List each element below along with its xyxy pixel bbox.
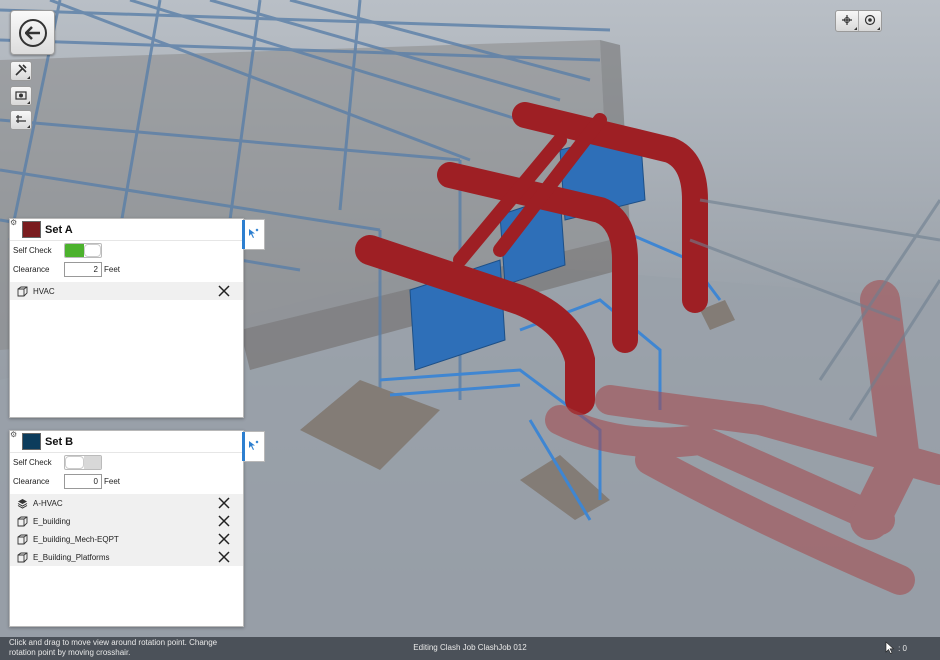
set-a-self-check-toggle[interactable] [64, 243, 102, 258]
back-arrow-icon [18, 18, 47, 47]
list-item[interactable]: HVAC [10, 282, 243, 300]
set-b-header: ⚙ Set B [10, 431, 243, 453]
item-name: E_building [33, 516, 71, 526]
self-check-label: Self Check [13, 246, 52, 255]
layers-icon [16, 497, 28, 509]
self-check-label: Self Check [13, 458, 52, 467]
set-a-self-check-row: Self Check [10, 241, 243, 260]
tools-button[interactable] [10, 61, 32, 81]
select-objects-icon [248, 440, 259, 453]
cube-icon [16, 285, 28, 297]
cursor-icon [885, 641, 895, 656]
clearance-label: Clearance [13, 265, 50, 274]
camera-settings-icon [15, 90, 27, 102]
list-item[interactable]: A-HVAC [10, 494, 243, 512]
set-a-panel: ⚙ Set A Self Check Clearance 2 Feet HVAC [9, 218, 244, 418]
remove-item-button[interactable] [218, 515, 230, 527]
crosshair-button[interactable] [836, 11, 859, 31]
list-item[interactable]: E_building [10, 512, 243, 530]
remove-item-button[interactable] [218, 533, 230, 545]
toggle-on-fill [65, 244, 84, 257]
view-button[interactable] [859, 11, 881, 31]
gear-icon[interactable]: ⚙ [10, 431, 18, 439]
remove-item-button[interactable] [218, 551, 230, 563]
job-status: Editing Clash Job ClashJob 012 [413, 643, 527, 652]
section-button[interactable] [10, 110, 32, 130]
toggle-knob [83, 244, 101, 257]
clearance-label: Clearance [13, 477, 50, 486]
crosshair-icon [841, 14, 853, 28]
selection-count: : 0 [885, 641, 907, 656]
set-b-clearance-input[interactable]: 0 [64, 474, 102, 489]
remove-item-button[interactable] [218, 497, 230, 509]
set-b-color-swatch[interactable] [22, 433, 41, 450]
gear-icon[interactable]: ⚙ [10, 219, 18, 227]
set-a-header: ⚙ Set A [10, 219, 243, 241]
view-controls [835, 10, 882, 32]
cube-icon [16, 533, 28, 545]
item-name: E_building_Mech-EQPT [33, 534, 119, 544]
selection-count-value: : 0 [898, 644, 907, 653]
set-b-self-check-row: Self Check [10, 453, 243, 472]
set-a-title: Set A [45, 223, 73, 236]
set-b-title: Set B [45, 435, 74, 448]
set-b-panel: ⚙ Set B Self Check Clearance 0 Feet A-HV… [9, 430, 244, 627]
list-item[interactable]: E_Building_Platforms [10, 548, 243, 566]
toggle-off-fill [84, 456, 101, 469]
set-a-color-swatch[interactable] [22, 221, 41, 238]
set-b-clearance-row: Clearance 0 Feet [10, 472, 243, 491]
clearance-unit: Feet [104, 265, 121, 274]
set-a-clearance-row: Clearance 2 Feet [10, 260, 243, 279]
tools-icon [15, 64, 27, 78]
cube-icon [16, 515, 28, 527]
set-b-item-list: A-HVAC E_building E_building_Mech-EQPT E… [10, 494, 243, 566]
item-name: HVAC [33, 286, 55, 296]
clearance-unit: Feet [104, 477, 121, 486]
item-name: A-HVAC [33, 498, 63, 508]
section-icon [15, 114, 27, 126]
remove-item-button[interactable] [218, 285, 230, 297]
item-name: E_Building_Platforms [33, 552, 110, 562]
camera-button[interactable] [10, 86, 32, 106]
back-button[interactable] [10, 10, 55, 55]
set-b-select-tab[interactable] [242, 431, 265, 462]
status-bar: Click and drag to move view around rotat… [0, 637, 940, 660]
set-a-item-list: HVAC [10, 282, 243, 300]
set-a-select-tab[interactable] [242, 219, 265, 250]
toggle-knob [65, 456, 84, 469]
select-objects-icon [248, 228, 259, 241]
list-item[interactable]: E_building_Mech-EQPT [10, 530, 243, 548]
set-a-clearance-input[interactable]: 2 [64, 262, 102, 277]
view-icon [864, 14, 876, 28]
cube-icon [16, 551, 28, 563]
set-b-self-check-toggle[interactable] [64, 455, 102, 470]
